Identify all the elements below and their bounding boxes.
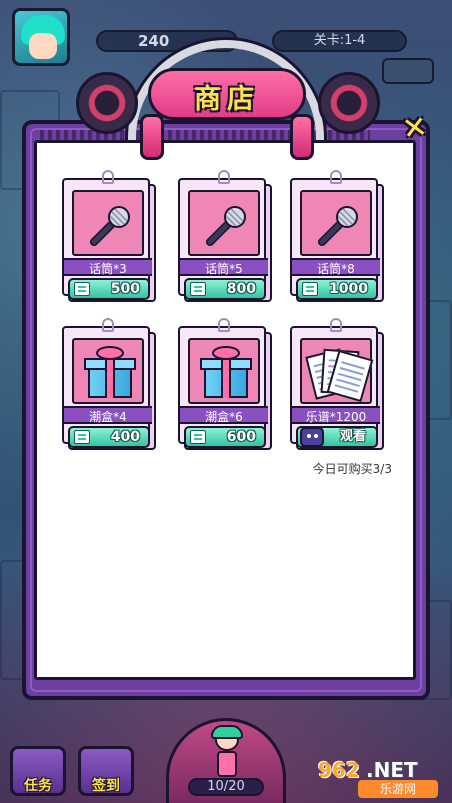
speaker-right-decoration — [318, 72, 380, 134]
sign-in-button[interactable]: 签到 — [78, 746, 134, 796]
card-icon-area — [300, 338, 374, 404]
card-hook — [102, 170, 114, 184]
shop-card-gift-6[interactable]: 潮盒*6 600 — [178, 318, 272, 450]
card-name: 潮盒*6 — [180, 406, 268, 424]
price-value: 1000 — [329, 281, 368, 297]
card-icon-area — [188, 190, 260, 256]
shop-card-sheet-music[interactable]: 乐谱*1200 观看 — [290, 318, 384, 450]
price-value: 600 — [226, 429, 256, 445]
shop-card-mic-5[interactable]: 话筒*5 800 — [178, 170, 272, 302]
price-value: 500 — [110, 281, 140, 297]
level-value: 关卡:1-4 — [313, 33, 366, 48]
price-value: 400 — [110, 429, 140, 445]
ticket-icon — [302, 282, 318, 296]
card-front: 话筒*3 500 — [62, 170, 152, 300]
level-indicator: 关卡:1-4 — [272, 30, 407, 52]
speaker-left-decoration — [76, 72, 138, 134]
shop-title-plate: 商店 — [148, 68, 306, 120]
hud-side-button[interactable] — [382, 58, 434, 84]
site-watermark-logo: 962 .NET 乐游网 — [318, 758, 448, 800]
task-label: 任务 — [24, 778, 52, 794]
card-hook — [330, 318, 342, 332]
avatar-face — [29, 33, 57, 59]
card-hook — [218, 318, 230, 332]
watermark-number: 962 — [318, 758, 360, 782]
card-icon-area — [300, 190, 372, 256]
card-name: 乐谱*1200 — [292, 406, 380, 424]
buy-button[interactable]: 800 — [184, 278, 266, 300]
card-hook — [218, 170, 230, 184]
card-front: 乐谱*1200 观看 — [290, 318, 380, 448]
earcup-left-decoration — [140, 114, 164, 160]
stage-progress: 10/20 — [188, 778, 264, 796]
card-name: 话筒*3 — [64, 258, 152, 276]
ticket-icon — [190, 430, 206, 444]
character-figure — [205, 725, 249, 781]
card-icon-area — [72, 338, 144, 404]
watermark-tagline: 乐游网 — [358, 780, 438, 798]
microphone-icon — [318, 206, 358, 246]
shop-title: 商店 — [194, 84, 260, 115]
close-x-icon: ✕ — [400, 109, 430, 148]
price-value: 800 — [226, 281, 256, 297]
shop-card-mic-8[interactable]: 话筒*8 1000 — [290, 170, 384, 302]
card-icon-area — [72, 190, 144, 256]
card-name: 话筒*5 — [180, 258, 268, 276]
ticket-icon — [74, 282, 90, 296]
watch-ad-button[interactable]: 观看 — [296, 426, 378, 448]
card-hook — [330, 170, 342, 184]
task-button[interactable]: 任务 — [10, 746, 66, 796]
watermark-domain: .NET — [366, 758, 418, 782]
ticket-icon — [74, 430, 90, 444]
buy-button[interactable]: 1000 — [296, 278, 378, 300]
coin-value: 240 — [138, 32, 170, 50]
card-front: 潮盒*6 600 — [178, 318, 268, 448]
buy-button[interactable]: 500 — [68, 278, 150, 300]
player-avatar[interactable] — [12, 8, 70, 66]
card-front: 话筒*5 800 — [178, 170, 268, 300]
buy-button[interactable]: 600 — [184, 426, 266, 448]
card-front: 话筒*8 1000 — [290, 170, 380, 300]
microphone-icon — [206, 206, 246, 246]
card-front: 潮盒*4 400 — [62, 318, 152, 448]
close-button[interactable]: ✕ — [392, 109, 438, 149]
shop-card-gift-4[interactable]: 潮盒*4 400 — [62, 318, 156, 450]
buy-button[interactable]: 400 — [68, 426, 150, 448]
earcup-right-decoration — [290, 114, 314, 160]
card-name: 潮盒*4 — [64, 406, 152, 424]
daily-purchase-limit: 今日可购买3/3 — [312, 462, 392, 476]
video-ad-icon — [300, 427, 324, 447]
card-name: 话筒*8 — [292, 258, 380, 276]
card-hook — [102, 318, 114, 332]
card-icon-area — [188, 338, 260, 404]
shop-card-mic-3[interactable]: 话筒*3 500 — [62, 170, 156, 302]
ticket-icon — [190, 282, 206, 296]
sign-label: 签到 — [92, 778, 120, 794]
microphone-icon — [90, 206, 130, 246]
watch-label: 观看 — [339, 429, 366, 444]
